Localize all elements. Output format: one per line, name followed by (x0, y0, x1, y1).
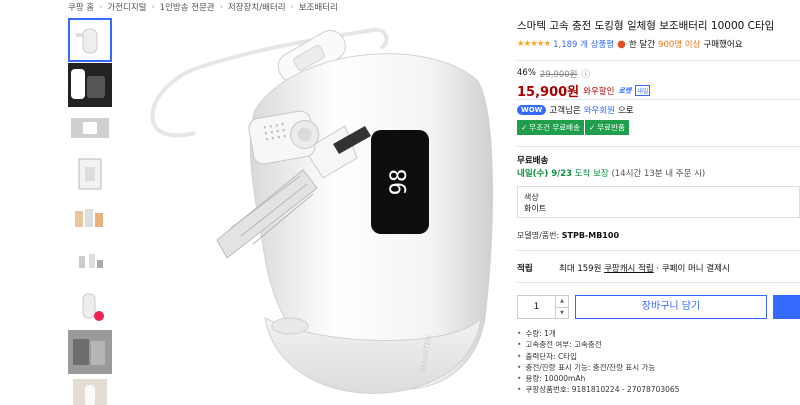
wow-logo: WOW (517, 105, 547, 115)
product-thumbnail[interactable] (68, 196, 112, 240)
quantity-buttons: ▲ ▼ (556, 296, 568, 318)
spec-item: 출력단자: C타입 (517, 351, 679, 362)
spec-item: 충전/잔량 표시 기능: 충전/잔량 표시 가능 (517, 362, 679, 373)
arrival-guarantee: 도착 보장 (574, 169, 609, 179)
purchase-prefix: 한 달간 (628, 40, 656, 50)
breadcrumb: 쿠팡 홈 › 가전디지털 › 1인방송 전문관 › 저장장치/배터리 › 보조배… (68, 0, 338, 13)
original-price: 29,900원 (539, 70, 578, 80)
free-shipping-tag: ✓ 무조건 무료배송 (517, 120, 585, 135)
product-thumbnail[interactable] (68, 285, 112, 329)
free-return-label: 무료반품 (597, 123, 625, 132)
points-label: 적립 (517, 264, 533, 274)
points-max: 최대 159원 (559, 264, 602, 274)
divider (517, 99, 800, 100)
coupang-cash-link[interactable]: 쿠팡캐시 적립 (604, 264, 654, 274)
star-rating[interactable]: ★★★★★ (517, 39, 551, 49)
divider (517, 60, 800, 61)
fire-icon: ● (617, 38, 626, 50)
breadcrumb-category[interactable]: 가전디지털 (107, 1, 146, 13)
quantity-increase-icon[interactable]: ▲ (556, 296, 568, 308)
wow-text-suffix: 으로 (617, 106, 634, 116)
breadcrumb-current[interactable]: 보조배터리 (299, 1, 338, 13)
spec-item: 수량: 1개 (517, 328, 679, 339)
wow-benefit-tags: ✓ 무조건 무료배송 ✓ 무료반품 (517, 120, 630, 135)
purchase-suffix: 구매했어요 (703, 40, 743, 50)
add-to-cart-button[interactable]: 장바구니 담기 (575, 295, 767, 319)
check-icon: ✓ (588, 123, 596, 132)
points-info: 최대 159원 쿠팡캐시 적립 · 쿠페이 머니 결제시 (559, 262, 730, 274)
breadcrumb-home[interactable]: 쿠팡 홈 (68, 1, 94, 13)
chevron-right-icon: › (99, 2, 103, 11)
product-title: 스마텍 고속 충전 도킹형 일체형 보조배터리 10000 C타입 (517, 20, 775, 32)
divider (517, 282, 800, 283)
battery-display-reading: 98 (387, 169, 412, 196)
model-number: 모델명/품번: STPB-MB100 (517, 230, 619, 241)
model-label: 모델명/품번: (517, 231, 560, 240)
rocket-delivery-badge: 로켓 (618, 86, 632, 95)
wow-membership-row: WOW 고객님은 와우회원 으로 (517, 104, 634, 116)
check-icon: ✓ (521, 123, 528, 132)
breadcrumb-category[interactable]: 1인방송 전문관 (160, 1, 215, 13)
product-thumbnail[interactable] (68, 18, 112, 62)
thumbnail-list (68, 18, 114, 405)
quantity-decrease-icon[interactable]: ▼ (556, 308, 568, 319)
rating-row: ★★★★★ 1,189 개 상품평 ● 한 달간 900명 이상 구매했어요 (517, 38, 743, 51)
rocket-tomorrow-badge: 내일 (635, 85, 651, 96)
buy-now-button[interactable] (773, 295, 800, 319)
product-info-panel: 스마텍 고속 충전 도킹형 일체형 보조배터리 10000 C타입 ★★★★★ … (517, 0, 800, 405)
product-thumbnail[interactable] (68, 329, 112, 374)
spec-list: 수량: 1개 고속충전 여부: 고속충전 출력단자: C타입 충전/잔량 표시 … (517, 328, 679, 396)
main-product-image[interactable]: 98 SMARTEK (125, 18, 515, 405)
review-count-link[interactable]: 1,189 개 상품평 (553, 38, 614, 50)
product-thumbnail[interactable] (68, 107, 112, 151)
delivery-date-row: 내일(수) 9/23 도착 보장 (14시간 13분 내 주문 시) (517, 167, 705, 179)
spec-item: 고속충전 여부: 고속충전 (517, 339, 679, 350)
quantity-input[interactable]: 1 (518, 296, 556, 318)
purchase-count: 900명 이상 (658, 40, 701, 50)
option-name: 색상 (524, 193, 539, 202)
wow-member-link[interactable]: 와우회원 (584, 104, 615, 116)
product-thumbnail[interactable] (68, 62, 112, 107)
spec-item: 쿠팡상품번호: 9181810224 - 27078703065 (517, 384, 679, 395)
info-icon[interactable]: ⓘ (581, 68, 590, 80)
price-row: 15,900원 와우할인 로켓 내일 (517, 81, 651, 100)
free-shipping-label: 무조건 무료배송 (529, 123, 580, 132)
color-option-select[interactable]: 색상 화이트 (517, 186, 800, 218)
wow-discount-label: 와우할인 (583, 86, 615, 97)
chevron-right-icon: › (290, 2, 294, 11)
sale-price: 15,900원 (517, 85, 580, 100)
product-thumbnail[interactable] (68, 374, 112, 405)
discount-rate: 46% (517, 68, 536, 78)
free-return-tag: ✓ 무료반품 (584, 120, 630, 135)
model-value: STPB-MB100 (561, 231, 620, 240)
points-condition: · 쿠페이 머니 결제시 (656, 264, 730, 274)
chevron-right-icon: › (151, 2, 155, 11)
breadcrumb-category[interactable]: 저장장치/배터리 (228, 1, 286, 13)
shipping-label: 무료배송 (517, 156, 549, 166)
divider (517, 146, 800, 147)
spec-item: 용량: 10000mAh (517, 373, 679, 384)
option-value: 화이트 (524, 204, 547, 213)
chevron-right-icon: › (219, 2, 223, 11)
delivery-date: 내일(수) 9/23 (517, 169, 573, 179)
wow-text-prefix: 고객님은 (549, 106, 581, 116)
quantity-stepper: 1 ▲ ▼ (517, 295, 569, 319)
divider (517, 250, 800, 251)
discount-row: 46% 29,900원 ⓘ (517, 68, 590, 80)
product-thumbnail[interactable] (68, 240, 112, 285)
product-thumbnail[interactable] (68, 151, 112, 196)
order-deadline: (14시간 13분 내 주문 시) (611, 169, 706, 179)
